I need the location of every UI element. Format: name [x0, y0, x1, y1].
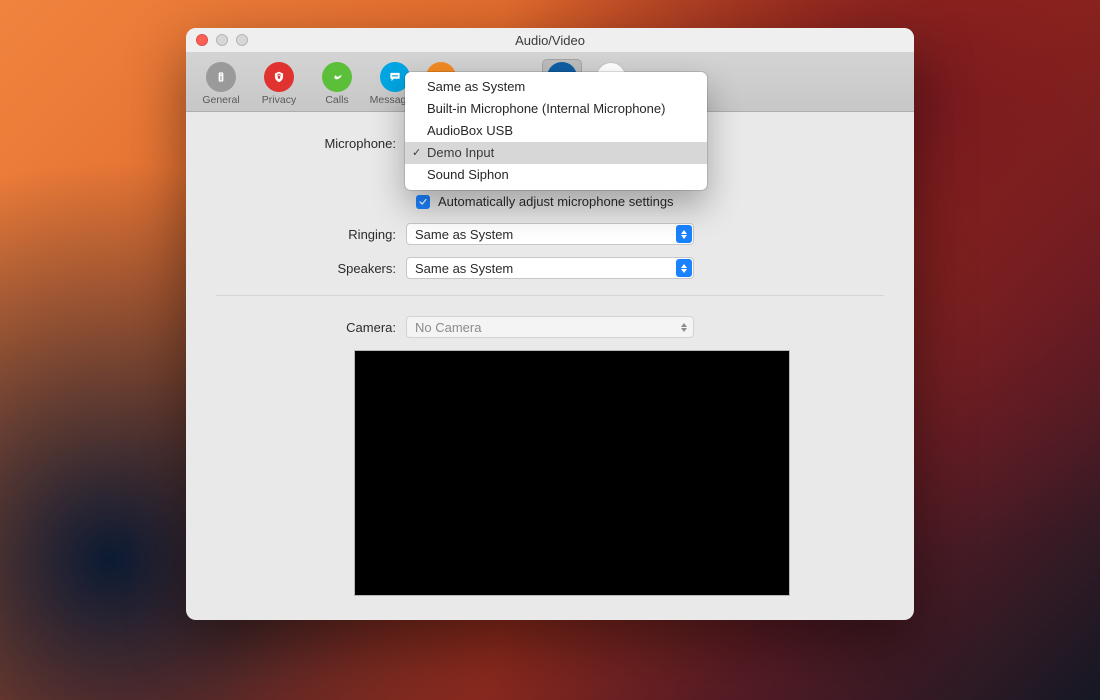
- mic-option-same-as-system[interactable]: Same as System: [405, 76, 707, 98]
- ringing-row: Ringing: Same as System: [206, 223, 894, 245]
- camera-label: Camera:: [206, 320, 406, 335]
- check-icon: [418, 197, 428, 207]
- auto-mic-checkbox[interactable]: [416, 195, 430, 209]
- auto-mic-row: Automatically adjust microphone settings: [416, 194, 894, 209]
- window-title: Audio/Video: [186, 33, 914, 48]
- tab-general-label: General: [202, 94, 239, 106]
- zoom-window-button[interactable]: [236, 34, 248, 46]
- speakers-value: Same as System: [415, 261, 513, 276]
- ringing-label: Ringing:: [206, 227, 406, 242]
- mic-option-audiobox[interactable]: AudioBox USB: [405, 120, 707, 142]
- mic-option-builtin[interactable]: Built-in Microphone (Internal Microphone…: [405, 98, 707, 120]
- info-icon: [206, 62, 236, 92]
- tab-calls-label: Calls: [325, 94, 348, 106]
- speakers-select[interactable]: Same as System: [406, 257, 694, 279]
- ringing-value: Same as System: [415, 227, 513, 242]
- microphone-dropdown[interactable]: Same as System Built-in Microphone (Inte…: [405, 72, 707, 190]
- window-controls: [186, 34, 248, 46]
- ringing-select[interactable]: Same as System: [406, 223, 694, 245]
- camera-preview: [354, 350, 790, 596]
- mic-option-sound-siphon[interactable]: Sound Siphon: [405, 164, 707, 186]
- auto-mic-label: Automatically adjust microphone settings: [438, 194, 674, 209]
- mic-option-demo-input[interactable]: Demo Input: [405, 142, 707, 164]
- tab-privacy[interactable]: Privacy: [256, 62, 302, 106]
- stepper-icon: [676, 318, 692, 336]
- tab-privacy-label: Privacy: [262, 94, 296, 106]
- phone-icon: [322, 62, 352, 92]
- tab-calls[interactable]: Calls: [314, 62, 360, 106]
- speakers-row: Speakers: Same as System: [206, 257, 894, 279]
- camera-row: Camera: No Camera: [206, 316, 894, 338]
- camera-select[interactable]: No Camera: [406, 316, 694, 338]
- minimize-window-button[interactable]: [216, 34, 228, 46]
- camera-value: No Camera: [415, 320, 481, 335]
- stepper-icon: [676, 259, 692, 277]
- tab-general[interactable]: General: [198, 62, 244, 106]
- section-divider: [216, 295, 884, 296]
- close-window-button[interactable]: [196, 34, 208, 46]
- stepper-icon: [676, 225, 692, 243]
- titlebar: Audio/Video: [186, 28, 914, 52]
- shield-icon: [264, 62, 294, 92]
- speakers-label: Speakers:: [206, 261, 406, 276]
- microphone-label: Microphone:: [206, 136, 406, 151]
